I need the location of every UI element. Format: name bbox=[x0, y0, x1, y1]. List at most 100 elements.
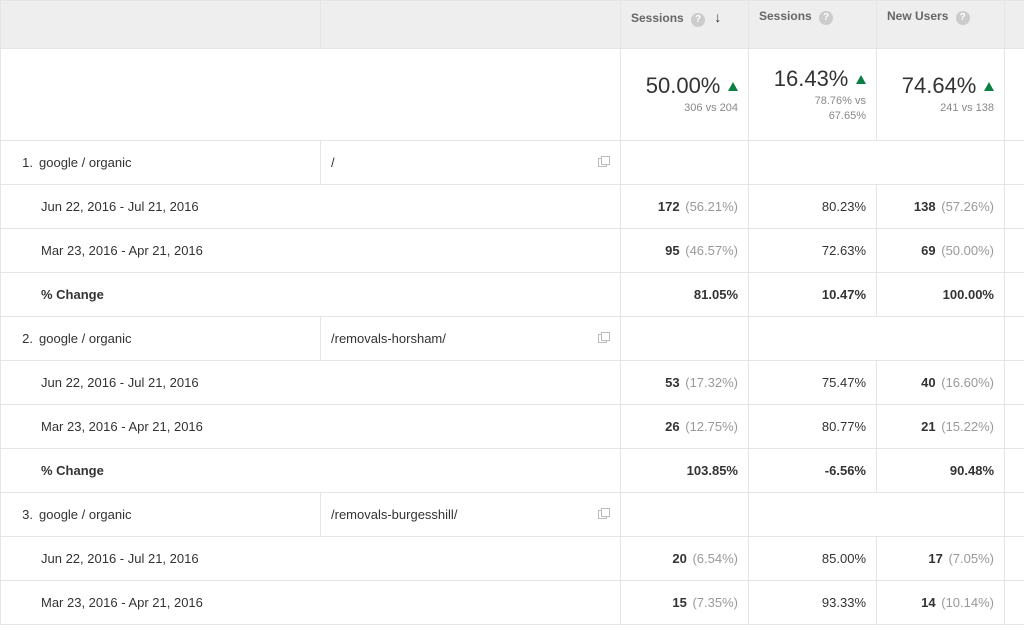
help-icon[interactable]: ? bbox=[819, 11, 833, 25]
gutter bbox=[1005, 405, 1024, 449]
pct-new-sessions-cell: 93.33% bbox=[749, 581, 877, 625]
new-users-cell: 138 (57.26%) bbox=[877, 185, 1005, 229]
date-range-row: Mar 23, 2016 - Apr 21, 201615 (7.35%)93.… bbox=[1, 581, 1024, 625]
help-icon[interactable]: ? bbox=[691, 13, 705, 27]
sessions-pct: (12.75%) bbox=[685, 419, 738, 434]
source-cell[interactable]: 3.google / organic bbox=[1, 493, 321, 537]
gutter bbox=[1005, 229, 1024, 273]
analytics-comparison-table: Sessions ? ↓ Sessions ? New Users ? 50.0… bbox=[0, 0, 1024, 625]
metric-blank bbox=[621, 493, 749, 537]
gutter bbox=[1005, 141, 1024, 185]
dimension-row: 2.google / organic/removals-horsham/ bbox=[1, 317, 1024, 361]
summary-blank bbox=[1, 49, 621, 141]
sessions-value: 53 bbox=[665, 375, 679, 390]
sessions-value: 172 bbox=[658, 199, 680, 214]
table-header-row: Sessions ? ↓ Sessions ? New Users ? bbox=[1, 1, 1024, 49]
col-header-source[interactable] bbox=[1, 1, 321, 49]
sessions-pct: (17.32%) bbox=[685, 375, 738, 390]
date-range-row: Jun 22, 2016 - Jul 21, 201620 (6.54%)85.… bbox=[1, 537, 1024, 581]
summary-pctnew-pct: 16.43% bbox=[774, 66, 849, 92]
col-header-pct-new-sessions[interactable]: Sessions ? bbox=[749, 1, 877, 49]
new-users-value: 21 bbox=[921, 419, 935, 434]
metric-blank bbox=[749, 141, 1005, 185]
new-users-cell: 40 (16.60%) bbox=[877, 361, 1005, 405]
summary-sessions-pct: 50.00% bbox=[646, 73, 721, 99]
sessions-cell: 95 (46.57%) bbox=[621, 229, 749, 273]
pct-new-sessions-cell: 75.47% bbox=[749, 361, 877, 405]
trend-up-icon bbox=[984, 82, 994, 91]
new-users-pct: (10.14%) bbox=[941, 595, 994, 610]
pct-new-sessions-cell: 80.23% bbox=[749, 185, 877, 229]
new-users-change: 100.00% bbox=[877, 273, 1005, 317]
new-users-pct: (16.60%) bbox=[941, 375, 994, 390]
gutter bbox=[1005, 361, 1024, 405]
col-header-sessions[interactable]: Sessions ? ↓ bbox=[621, 1, 749, 49]
new-users-cell: 14 (10.14%) bbox=[877, 581, 1005, 625]
sessions-cell: 172 (56.21%) bbox=[621, 185, 749, 229]
sort-desc-icon[interactable]: ↓ bbox=[714, 9, 721, 25]
sessions-pct: (6.54%) bbox=[692, 551, 738, 566]
metric-blank bbox=[749, 493, 1005, 537]
summary-pctnew-sub1: 78.76% vs bbox=[815, 95, 866, 107]
row-number: 3. bbox=[11, 507, 33, 522]
sessions-cell: 53 (17.32%) bbox=[621, 361, 749, 405]
summary-row: 50.00% 306 vs 204 16.43% 78.76% vs 67.65… bbox=[1, 49, 1024, 141]
header-label: Sessions bbox=[759, 9, 812, 23]
source-cell[interactable]: 1.google / organic bbox=[1, 141, 321, 185]
summary-sessions-sub: 306 vs 204 bbox=[631, 101, 738, 115]
pct-new-sessions-cell: 80.77% bbox=[749, 405, 877, 449]
source-medium: google / organic bbox=[39, 155, 132, 170]
new-users-cell: 21 (15.22%) bbox=[877, 405, 1005, 449]
metric-blank bbox=[621, 141, 749, 185]
landing-page-cell[interactable]: /removals-burgesshill/ bbox=[321, 493, 621, 537]
pct-change-label: % Change bbox=[1, 449, 621, 493]
new-users-pct: (50.00%) bbox=[941, 243, 994, 258]
landing-page-path: /removals-horsham/ bbox=[331, 331, 446, 346]
sessions-pct: (7.35%) bbox=[692, 595, 738, 610]
trend-up-icon bbox=[728, 82, 738, 91]
metric-blank bbox=[749, 317, 1005, 361]
landing-page-path: / bbox=[331, 155, 335, 170]
sessions-value: 95 bbox=[665, 243, 679, 258]
open-page-icon[interactable] bbox=[598, 332, 610, 346]
landing-page-cell[interactable]: / bbox=[321, 141, 621, 185]
open-page-icon[interactable] bbox=[598, 156, 610, 170]
pct-change-label: % Change bbox=[1, 273, 621, 317]
summary-newusers-sub: 241 vs 138 bbox=[887, 101, 994, 115]
new-users-value: 17 bbox=[928, 551, 942, 566]
pct-change-row: % Change81.05%10.47%100.00% bbox=[1, 273, 1024, 317]
metric-blank bbox=[621, 317, 749, 361]
help-icon[interactable]: ? bbox=[956, 11, 970, 25]
date-range-label: Mar 23, 2016 - Apr 21, 2016 bbox=[1, 229, 621, 273]
new-users-value: 69 bbox=[921, 243, 935, 258]
new-users-cell: 17 (7.05%) bbox=[877, 537, 1005, 581]
sessions-value: 15 bbox=[672, 595, 686, 610]
summary-pctnew: 16.43% 78.76% vs 67.65% bbox=[749, 49, 877, 141]
landing-page-path: /removals-burgesshill/ bbox=[331, 507, 457, 522]
date-range-row: Mar 23, 2016 - Apr 21, 201695 (46.57%)72… bbox=[1, 229, 1024, 273]
sessions-cell: 15 (7.35%) bbox=[621, 581, 749, 625]
date-range-label: Jun 22, 2016 - Jul 21, 2016 bbox=[1, 361, 621, 405]
header-label: New Users bbox=[887, 9, 948, 23]
col-header-page[interactable] bbox=[321, 1, 621, 49]
sessions-change: 81.05% bbox=[621, 273, 749, 317]
gutter bbox=[1005, 581, 1024, 625]
summary-sessions: 50.00% 306 vs 204 bbox=[621, 49, 749, 141]
pct-new-sessions-change: -6.56% bbox=[749, 449, 877, 493]
landing-page-cell[interactable]: /removals-horsham/ bbox=[321, 317, 621, 361]
new-users-pct: (15.22%) bbox=[941, 419, 994, 434]
summary-newusers: 74.64% 241 vs 138 bbox=[877, 49, 1005, 141]
source-cell[interactable]: 2.google / organic bbox=[1, 317, 321, 361]
gutter bbox=[1005, 317, 1024, 361]
sessions-value: 26 bbox=[665, 419, 679, 434]
date-range-row: Jun 22, 2016 - Jul 21, 2016172 (56.21%)8… bbox=[1, 185, 1024, 229]
gutter bbox=[1005, 493, 1024, 537]
col-header-new-users[interactable]: New Users ? bbox=[877, 1, 1005, 49]
pct-new-sessions-cell: 85.00% bbox=[749, 537, 877, 581]
summary-newusers-pct: 74.64% bbox=[902, 73, 977, 99]
sessions-cell: 20 (6.54%) bbox=[621, 537, 749, 581]
date-range-label: Jun 22, 2016 - Jul 21, 2016 bbox=[1, 537, 621, 581]
sessions-value: 20 bbox=[672, 551, 686, 566]
open-page-icon[interactable] bbox=[598, 508, 610, 522]
date-range-row: Jun 22, 2016 - Jul 21, 201653 (17.32%)75… bbox=[1, 361, 1024, 405]
